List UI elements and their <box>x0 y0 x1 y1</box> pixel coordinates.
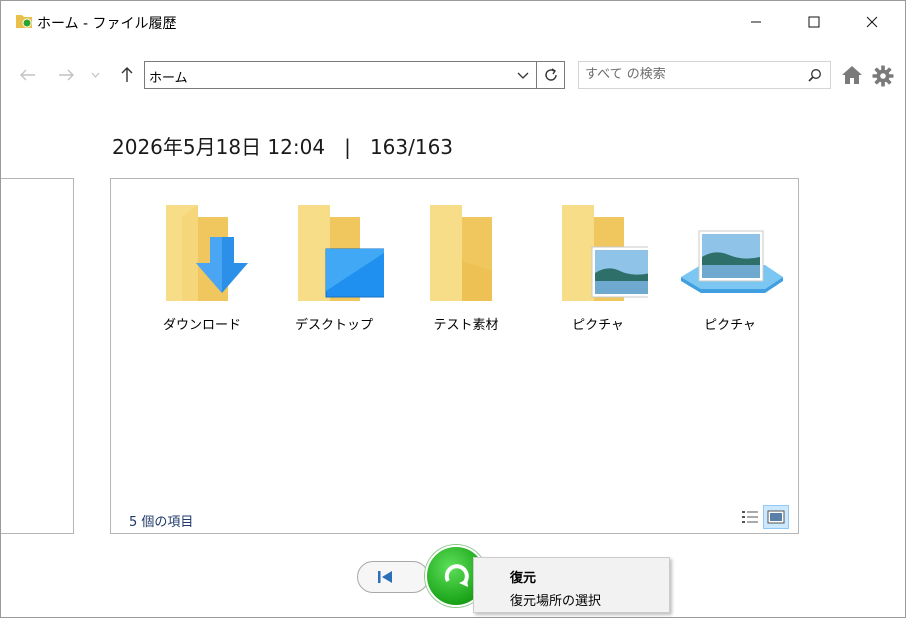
menu-item-restore-to[interactable]: 復元場所の選択 <box>510 590 601 609</box>
snapshot-date-header: 2026年5月18日 12:04 | 163/163 <box>112 135 454 159</box>
minimize-icon <box>751 21 761 23</box>
maximize-button[interactable] <box>791 1 837 43</box>
pictures-library-icon <box>681 230 783 293</box>
window-title: ホーム - ファイル履歴 <box>37 16 177 32</box>
restore-context-menu: 復元 復元場所の選択 <box>473 557 670 613</box>
downloads-folder-icon <box>166 205 248 301</box>
close-icon <box>866 16 878 28</box>
back-button[interactable] <box>17 63 39 87</box>
previous-version-button[interactable] <box>357 561 429 593</box>
gear-icon[interactable] <box>872 65 894 87</box>
refresh-button[interactable] <box>537 61 565 89</box>
recent-locations-button[interactable] <box>88 63 102 87</box>
file-history-window: ホーム - ファイル履歴 ホーム すべて の検索 2026年5月18日 12:0… <box>0 0 906 618</box>
restore-icon <box>444 564 469 587</box>
arrow-up-icon <box>121 67 133 82</box>
desktop-folder-icon <box>298 205 384 301</box>
item-desktop[interactable]: デスクトップ <box>275 201 393 333</box>
arrow-left-icon <box>20 69 35 81</box>
menu-item-restore[interactable]: 復元 <box>510 567 536 586</box>
item-test-materials[interactable]: テスト素材 <box>407 201 525 333</box>
title-bar: ホーム - ファイル履歴 <box>1 1 905 43</box>
previous-snapshot-pane[interactable] <box>1 178 74 534</box>
minimize-button[interactable] <box>733 1 779 43</box>
item-label: ピクチャ <box>704 318 756 333</box>
search-input[interactable] <box>585 67 795 82</box>
skip-previous-icon <box>378 571 392 583</box>
item-pictures-library[interactable]: ピクチャ <box>671 201 789 333</box>
address-text: ホーム <box>149 71 188 86</box>
item-downloads[interactable]: ダウンロード <box>143 201 261 333</box>
folder-icon <box>430 205 492 301</box>
address-bar[interactable]: ホーム <box>144 61 537 89</box>
arrow-right-icon <box>59 69 74 81</box>
close-button[interactable] <box>849 1 895 43</box>
item-count-status: 5 個の項目 <box>129 515 194 530</box>
item-pictures-folder[interactable]: ピクチャ <box>539 201 657 333</box>
item-label: デスクトップ <box>294 318 373 333</box>
up-button[interactable] <box>117 63 137 87</box>
forward-button[interactable] <box>55 63 77 87</box>
chevron-down-icon[interactable] <box>516 68 530 82</box>
large-icons-view-icon <box>767 510 785 524</box>
chevron-down-icon <box>91 72 99 78</box>
maximize-icon <box>808 16 820 28</box>
item-label: ピクチャ <box>572 318 624 333</box>
file-history-app-icon <box>16 15 32 28</box>
search-icon[interactable] <box>808 68 822 82</box>
large-icons-view-button[interactable] <box>763 505 789 529</box>
details-view-icon <box>742 511 758 523</box>
home-icon[interactable] <box>841 65 863 85</box>
refresh-icon <box>544 68 557 81</box>
snapshot-content-pane: ダウンロード デスクトップ テスト素材 ピクチャ ピクチャ 5 個の項目 <box>110 178 799 534</box>
details-view-button[interactable] <box>737 505 763 529</box>
item-label: テスト素材 <box>433 318 499 333</box>
pictures-folder-icon <box>562 205 648 301</box>
search-box[interactable] <box>578 61 831 89</box>
navigation-bar: ホーム <box>1 57 905 93</box>
item-label: ダウンロード <box>162 318 241 333</box>
